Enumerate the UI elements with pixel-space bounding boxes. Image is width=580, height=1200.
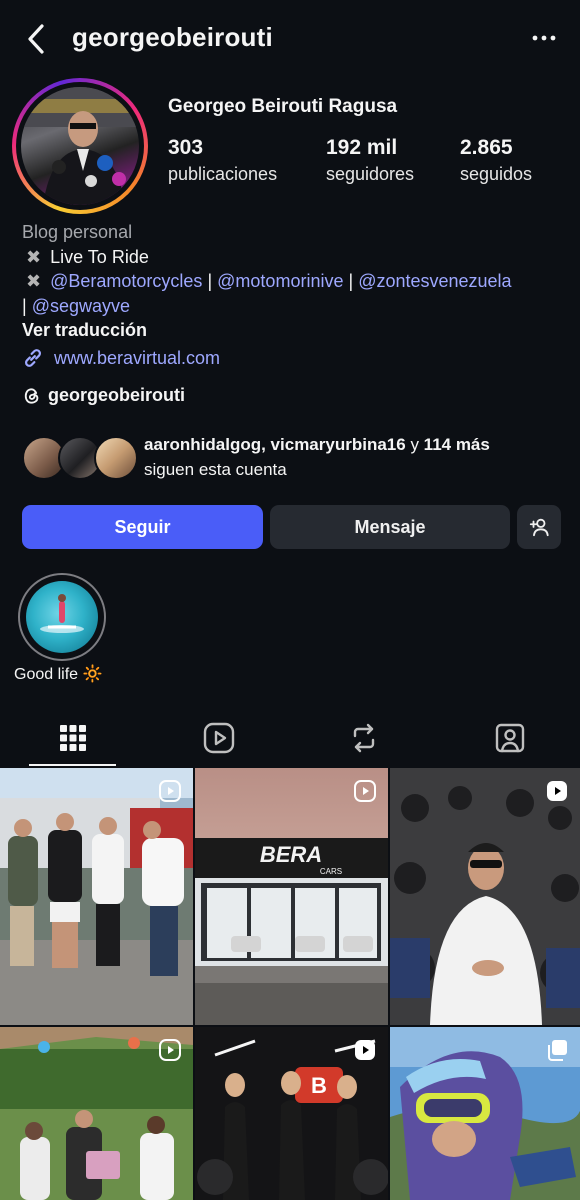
highlight-cover	[26, 581, 98, 653]
posts-count: 303	[168, 136, 204, 159]
posts-label: publicaciones	[168, 164, 278, 184]
followers-count: 192 mil	[326, 136, 398, 159]
mention-separator: |	[348, 271, 354, 291]
mention-link[interactable]: @zontesvenezuela	[358, 271, 511, 291]
tab-posts[interactable]	[55, 720, 91, 756]
reel-icon	[159, 780, 181, 802]
more-options-button[interactable]	[532, 26, 556, 50]
reels-icon	[203, 722, 235, 754]
following-count: 2.865	[460, 136, 513, 159]
category-label: Blog personal	[22, 222, 133, 242]
suggest-accounts-button[interactable]	[517, 505, 561, 549]
reposts-icon	[353, 723, 375, 753]
mutual-more: 114 más	[423, 435, 490, 454]
bio-line: ✖ Live To Ride	[22, 245, 562, 270]
story-highlight[interactable]	[18, 573, 106, 661]
bio-text: Live To Ride	[50, 246, 149, 267]
carousel-icon	[548, 1040, 567, 1061]
bera-sign-text: BERA	[260, 842, 322, 867]
mutual-joiner: y	[410, 435, 419, 454]
grid-icon	[60, 725, 86, 751]
post-thumbnail[interactable]	[390, 768, 580, 1025]
mention-separator: |	[207, 271, 213, 291]
cross-icon: ✖	[26, 271, 42, 291]
post-thumbnail[interactable]: B	[195, 1027, 388, 1200]
posts-stat[interactable]: 303 publicaciones	[168, 136, 277, 185]
website-link[interactable]: www.beravirtual.com	[54, 346, 220, 371]
tagged-icon	[495, 723, 525, 753]
mention-link[interactable]: @motomorinive	[217, 271, 343, 291]
mutual-followers-text: aaronhidalgog, vicmaryurbina16 y 114 más…	[144, 432, 490, 482]
tab-tagged[interactable]	[492, 720, 528, 756]
message-button[interactable]: Mensaje	[270, 505, 510, 549]
chevron-left-icon	[28, 24, 44, 54]
post-thumbnail[interactable]	[0, 1027, 193, 1200]
back-button[interactable]	[22, 22, 52, 56]
threads-handle: georgeobeirouti	[48, 385, 186, 405]
reel-icon	[354, 780, 376, 802]
avatar	[21, 87, 139, 205]
mutual-followers[interactable]: aaronhidalgog, vicmaryurbina16 y 114 más…	[22, 432, 562, 482]
mention-link[interactable]: @segwayve	[32, 296, 130, 316]
link-icon	[25, 348, 41, 367]
more-horizontal-icon	[532, 35, 556, 41]
highlight-label: Good life 🔆	[14, 666, 103, 683]
story-ring[interactable]	[12, 78, 148, 214]
tab-reels[interactable]	[201, 720, 237, 756]
translate-link[interactable]: Ver traducción	[22, 318, 562, 343]
posts-grid: BERA CARS B	[0, 768, 580, 1200]
post-thumbnail[interactable]: BERA CARS	[195, 768, 388, 1025]
avatar	[94, 436, 138, 480]
add-person-icon	[529, 518, 549, 537]
bera-sign-sub: CARS	[320, 867, 342, 876]
following-stat[interactable]: 2.865 seguidos	[460, 136, 532, 185]
threads-badge[interactable]: georgeobeirouti	[22, 385, 185, 406]
mutual-names: aaronhidalgog, vicmaryurbina16	[144, 435, 406, 454]
post-thumbnail[interactable]	[0, 768, 193, 1025]
website-row[interactable]: www.beravirtual.com	[22, 346, 562, 371]
threads-icon	[24, 387, 39, 404]
bio-mentions: ✖ @Beramotorcycles | @motomorinive | @zo…	[22, 269, 562, 318]
profile-username: georgeobeirouti	[72, 22, 273, 52]
post-thumbnail[interactable]	[390, 1027, 580, 1200]
mutual-suffix: siguen esta cuenta	[144, 460, 287, 479]
cross-icon: ✖	[26, 246, 42, 267]
top-bar: georgeobeirouti	[0, 0, 580, 78]
followers-label: seguidores	[326, 164, 415, 184]
reel-icon	[355, 1040, 375, 1060]
bio: Blog personal ✖ Live To Ride ✖ @Beramoto…	[22, 220, 562, 370]
tab-reposts[interactable]	[346, 720, 382, 756]
full-name: Georgeo Beirouti Ragusa	[168, 96, 398, 117]
reel-icon	[159, 1039, 181, 1061]
follow-button[interactable]: Seguir	[22, 505, 263, 549]
active-tab-indicator	[29, 764, 116, 766]
content-tabs	[0, 710, 580, 768]
reel-icon	[547, 781, 567, 801]
followers-stat[interactable]: 192 mil seguidores	[326, 136, 414, 185]
mention-separator: |	[22, 295, 27, 316]
svg-text:B: B	[311, 1073, 327, 1098]
mention-link[interactable]: @Beramotorcycles	[50, 271, 202, 291]
following-label: seguidos	[460, 164, 533, 184]
